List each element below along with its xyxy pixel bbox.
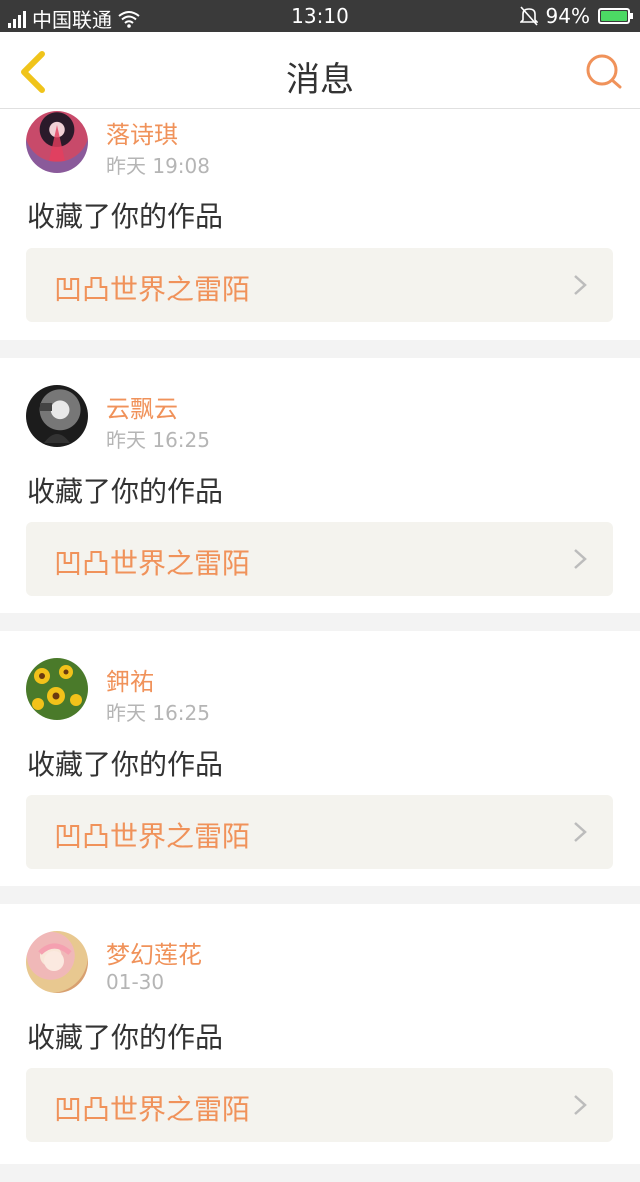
timestamp: 昨天 16:25 <box>106 701 210 725</box>
chevron-right-icon <box>574 1095 587 1115</box>
page-title: 消息 <box>286 60 354 100</box>
battery-icon <box>598 8 633 24</box>
avatar[interactable] <box>26 658 88 720</box>
username[interactable]: 鉀祐 <box>106 662 154 697</box>
timestamp: 昨天 19:08 <box>106 154 210 178</box>
message-card: 云飘云 昨天 16:25 收藏了你的作品 凹凸世界之雷陌 <box>0 358 640 613</box>
action-text: 收藏了你的作品 <box>27 1021 224 1054</box>
avatar[interactable] <box>26 111 88 173</box>
username[interactable]: 落诗琪 <box>106 115 178 150</box>
chevron-right-icon <box>574 275 587 295</box>
action-text: 收藏了你的作品 <box>27 475 224 508</box>
action-text: 收藏了你的作品 <box>27 200 224 233</box>
nav-header: 消息 <box>0 32 640 109</box>
chevron-right-icon <box>574 549 587 569</box>
work-link[interactable]: 凹凸世界之雷陌 <box>26 1068 613 1142</box>
battery-percent: 94% <box>545 4 590 28</box>
username[interactable]: 云飘云 <box>106 389 178 424</box>
avatar[interactable] <box>26 931 88 993</box>
work-link[interactable]: 凹凸世界之雷陌 <box>26 248 613 322</box>
timestamp: 昨天 16:25 <box>106 428 210 452</box>
avatar[interactable] <box>26 385 88 447</box>
message-card: 落诗琪 昨天 19:08 收藏了你的作品 凹凸世界之雷陌 <box>0 109 640 340</box>
message-list: 落诗琪 昨天 19:08 收藏了你的作品 凹凸世界之雷陌 云飘云 昨天 16:2… <box>0 109 640 1182</box>
message-card: 鉀祐 昨天 16:25 收藏了你的作品 凹凸世界之雷陌 <box>0 631 640 886</box>
work-title: 凹凸世界之雷陌 <box>54 820 251 853</box>
bell-muted-icon <box>519 6 538 26</box>
search-icon[interactable] <box>584 52 624 92</box>
status-bar: 中国联通 13:10 94% <box>0 0 640 32</box>
message-card: 梦幻莲花 01-30 收藏了你的作品 凹凸世界之雷陌 <box>0 904 640 1164</box>
work-link[interactable]: 凹凸世界之雷陌 <box>26 795 613 869</box>
chevron-right-icon <box>574 822 587 842</box>
username[interactable]: 梦幻莲花 <box>106 935 202 970</box>
action-text: 收藏了你的作品 <box>27 748 224 781</box>
status-right: 94% <box>519 4 633 28</box>
work-link[interactable]: 凹凸世界之雷陌 <box>26 522 613 596</box>
work-title: 凹凸世界之雷陌 <box>54 273 251 306</box>
work-title: 凹凸世界之雷陌 <box>54 547 251 580</box>
work-title: 凹凸世界之雷陌 <box>54 1093 251 1126</box>
timestamp: 01-30 <box>106 970 165 994</box>
